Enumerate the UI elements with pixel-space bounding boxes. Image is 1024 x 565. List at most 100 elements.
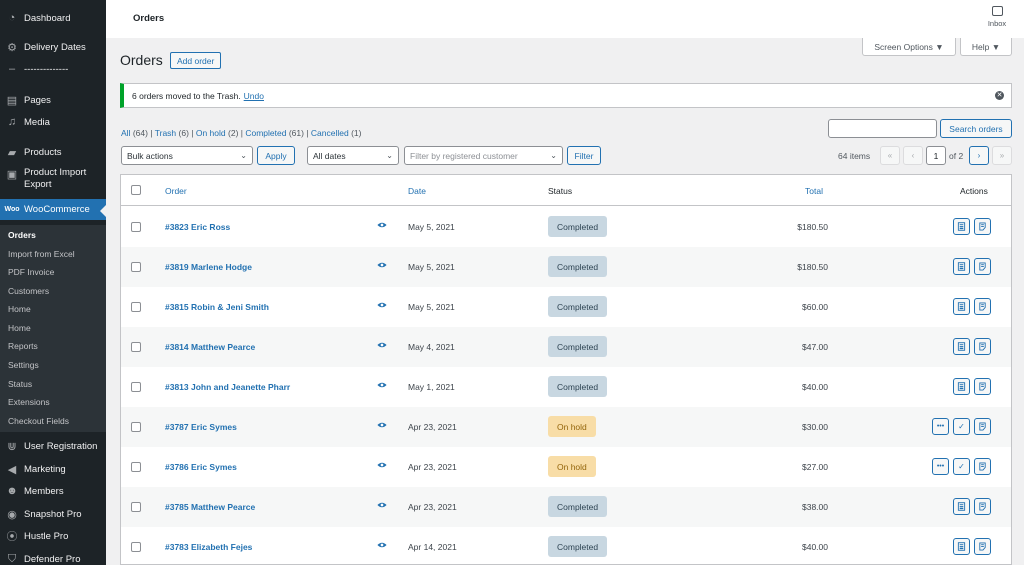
packing-slip-icon[interactable] xyxy=(974,338,991,355)
view-all-link[interactable]: All xyxy=(121,128,130,138)
invoice-icon[interactable] xyxy=(953,498,970,515)
order-link[interactable]: #3815 Robin & Jeni Smith xyxy=(165,302,269,312)
checkmark-icon[interactable]: ✓ xyxy=(953,418,970,435)
submenu-item-home-2[interactable]: Home xyxy=(8,323,31,333)
sidebar-item-user-registration[interactable]: ⋓ User Registration xyxy=(0,438,106,454)
select-all-checkbox[interactable] xyxy=(131,185,141,195)
inbox-button[interactable]: Inbox xyxy=(985,6,1009,28)
column-order[interactable]: Order xyxy=(165,186,187,196)
packing-slip-icon[interactable] xyxy=(974,218,991,235)
last-page-button[interactable]: » xyxy=(992,146,1012,165)
sidebar-item-snapshot-pro[interactable]: ◉ Snapshot Pro xyxy=(0,506,106,522)
view-cancelled-link[interactable]: Cancelled xyxy=(311,128,349,138)
invoice-icon[interactable] xyxy=(953,378,970,395)
sidebar-item-separator[interactable]: – -------------- xyxy=(0,62,106,76)
invoice-icon[interactable] xyxy=(953,538,970,555)
row-checkbox[interactable] xyxy=(131,542,141,552)
preview-eye-icon[interactable] xyxy=(377,461,387,469)
preview-eye-icon[interactable] xyxy=(377,421,387,429)
sidebar-item-dashboard[interactable]: ◔ Dashboard xyxy=(0,10,106,26)
search-input[interactable] xyxy=(828,119,937,138)
submenu-item-home[interactable]: Home xyxy=(8,304,31,314)
help-button[interactable]: Help ▼ xyxy=(960,38,1012,56)
date-filter-select[interactable]: All dates ⌄ xyxy=(307,146,399,165)
submenu-item-status[interactable]: Status xyxy=(8,379,32,389)
row-checkbox[interactable] xyxy=(131,262,141,272)
preview-eye-icon[interactable] xyxy=(377,381,387,389)
view-on-hold-link[interactable]: On hold xyxy=(196,128,226,138)
screen-options-button[interactable]: Screen Options ▼ xyxy=(862,38,956,56)
invoice-icon[interactable] xyxy=(953,298,970,315)
sidebar-item-marketing[interactable]: ◀ Marketing xyxy=(0,461,106,477)
sidebar-item-hustle-pro[interactable]: ⦿ Hustle Pro xyxy=(0,528,106,544)
packing-slip-icon[interactable] xyxy=(974,298,991,315)
row-checkbox[interactable] xyxy=(131,462,141,472)
preview-eye-icon[interactable] xyxy=(377,261,387,269)
order-link[interactable]: #3823 Eric Ross xyxy=(165,222,230,232)
next-page-button[interactable]: › xyxy=(969,146,989,165)
prev-page-button[interactable]: ‹ xyxy=(903,146,923,165)
current-page-input[interactable]: 1 xyxy=(926,146,946,165)
filter-button[interactable]: Filter xyxy=(567,146,601,165)
sidebar-item-products[interactable]: ▰ Products xyxy=(0,144,106,160)
bulk-actions-select[interactable]: Bulk actions ⌄ xyxy=(121,146,253,165)
sidebar-item-woocommerce[interactable]: Woo WooCommerce xyxy=(0,199,106,220)
invoice-icon[interactable] xyxy=(953,218,970,235)
first-page-button[interactable]: « xyxy=(880,146,900,165)
add-order-button[interactable]: Add order xyxy=(170,52,222,69)
undo-link[interactable]: Undo xyxy=(244,91,264,101)
invoice-icon[interactable] xyxy=(953,338,970,355)
order-link[interactable]: #3813 John and Jeanette Pharr xyxy=(165,382,290,392)
row-checkbox[interactable] xyxy=(131,302,141,312)
submenu-item-customers[interactable]: Customers xyxy=(8,286,49,296)
preview-eye-icon[interactable] xyxy=(377,501,387,509)
submenu-item-reports[interactable]: Reports xyxy=(8,341,38,351)
customer-filter-select[interactable]: Filter by registered customer ⌄ xyxy=(404,146,563,165)
packing-slip-icon[interactable] xyxy=(974,458,991,475)
search-orders-button[interactable]: Search orders xyxy=(940,119,1012,138)
submenu-item-pdf-invoice[interactable]: PDF Invoice xyxy=(8,267,54,277)
submenu-item-orders[interactable]: Orders xyxy=(8,230,36,240)
row-checkbox[interactable] xyxy=(131,342,141,352)
checkmark-icon[interactable]: ✓ xyxy=(953,458,970,475)
submenu-item-extensions[interactable]: Extensions xyxy=(8,397,50,407)
sidebar-item-delivery-dates[interactable]: ⚙ Delivery Dates xyxy=(0,39,106,55)
packing-slip-icon[interactable] xyxy=(974,418,991,435)
submenu-item-checkout-fields[interactable]: Checkout Fields xyxy=(8,416,69,426)
sidebar-item-members[interactable]: ☻ Members xyxy=(0,483,106,499)
row-checkbox[interactable] xyxy=(131,422,141,432)
row-checkbox[interactable] xyxy=(131,222,141,232)
view-completed-link[interactable]: Completed xyxy=(245,128,286,138)
sidebar-item-pages[interactable]: ▤ Pages xyxy=(0,92,106,108)
apply-button[interactable]: Apply xyxy=(257,146,295,165)
sidebar-item-defender-pro[interactable]: ⛉ Defender Pro xyxy=(0,551,106,565)
order-link[interactable]: #3783 Elizabeth Fejes xyxy=(165,542,252,552)
preview-eye-icon[interactable] xyxy=(377,341,387,349)
processing-more-icon[interactable]: ••• xyxy=(932,458,949,475)
column-status: Status xyxy=(548,186,573,196)
submenu-item-settings[interactable]: Settings xyxy=(8,360,39,370)
order-link[interactable]: #3814 Matthew Pearce xyxy=(165,342,255,352)
column-date[interactable]: Date xyxy=(408,186,426,196)
row-checkbox[interactable] xyxy=(131,382,141,392)
preview-eye-icon[interactable] xyxy=(377,541,387,549)
processing-more-icon[interactable]: ••• xyxy=(932,418,949,435)
preview-eye-icon[interactable] xyxy=(377,221,387,229)
view-trash-link[interactable]: Trash xyxy=(155,128,176,138)
order-link[interactable]: #3819 Marlene Hodge xyxy=(165,262,252,272)
packing-slip-icon[interactable] xyxy=(974,538,991,555)
row-checkbox[interactable] xyxy=(131,502,141,512)
order-link[interactable]: #3786 Eric Symes xyxy=(165,462,237,472)
sidebar-item-media[interactable]: ♫ Media xyxy=(0,114,106,130)
dismiss-icon[interactable]: ✕ xyxy=(995,91,1004,100)
packing-slip-icon[interactable] xyxy=(974,258,991,275)
submenu-item-import-from-excel[interactable]: Import from Excel xyxy=(8,249,75,259)
invoice-icon[interactable] xyxy=(953,258,970,275)
order-link[interactable]: #3787 Eric Symes xyxy=(165,422,237,432)
packing-slip-icon[interactable] xyxy=(974,498,991,515)
order-link[interactable]: #3785 Matthew Pearce xyxy=(165,502,255,512)
packing-slip-icon[interactable] xyxy=(974,378,991,395)
column-total[interactable]: Total xyxy=(805,186,823,196)
preview-eye-icon[interactable] xyxy=(377,301,387,309)
sidebar-item-product-import-export[interactable]: ▣ Product Import Export xyxy=(0,167,106,193)
